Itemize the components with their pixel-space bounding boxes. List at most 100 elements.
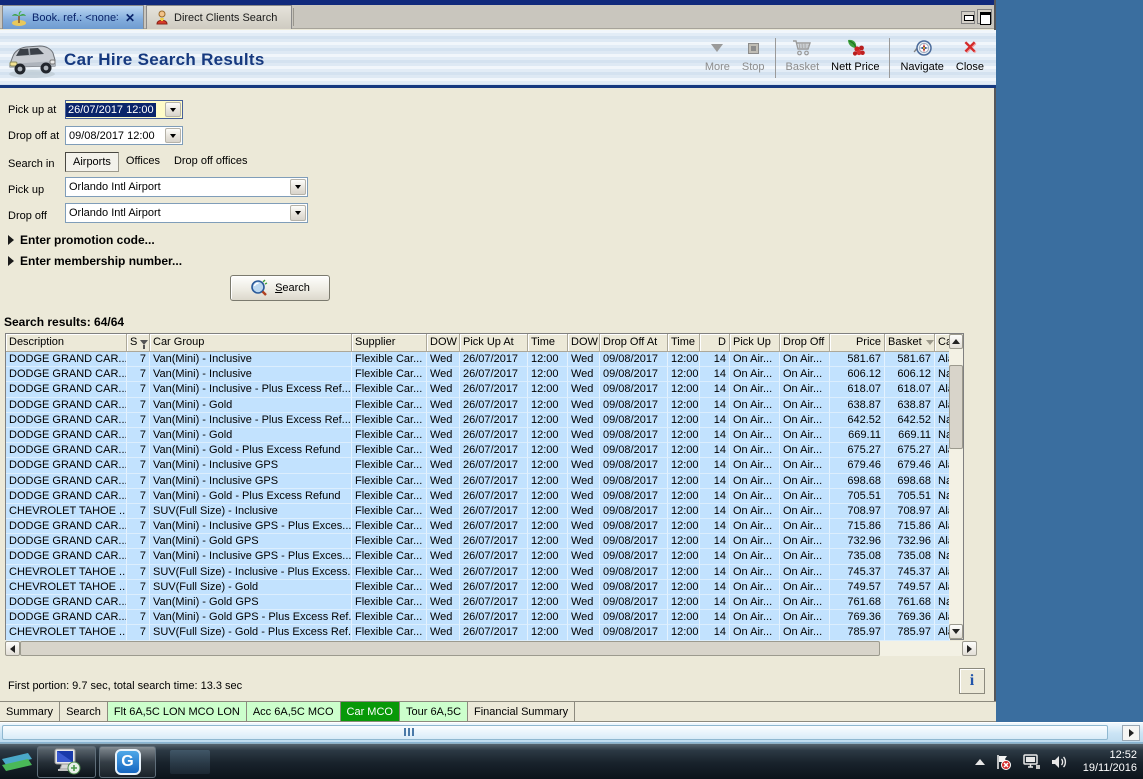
segment-dropoff-offices[interactable]: Drop off offices (167, 152, 255, 172)
scroll-down-button[interactable] (949, 624, 963, 639)
taskbar-clock[interactable]: 12:52 19/11/2016 (1083, 749, 1141, 775)
outer-scroll-thumb[interactable] (2, 725, 1108, 740)
column-header-dow[interactable]: DOW (568, 334, 600, 352)
stop-icon (747, 37, 759, 59)
chevron-down-icon[interactable] (290, 179, 306, 195)
column-header-car-group[interactable]: Car Group (150, 334, 352, 352)
nett-price-button[interactable]: Nett Price (825, 34, 885, 75)
close-tab-icon[interactable]: ✕ (125, 11, 135, 25)
column-header-pick-up[interactable]: Pick Up (730, 334, 780, 352)
dropoff-combobox[interactable]: Orlando Intl Airport (65, 203, 308, 223)
table-row[interactable]: DODGE GRAND CAR... 7 Van(Mini) - Inclusive… (6, 382, 963, 398)
table-row[interactable]: DODGE GRAND CAR... 7 Van(Mini) - Gold - Pl… (6, 443, 963, 459)
stop-button[interactable]: Stop (736, 34, 771, 75)
taskbar-item-active-app[interactable]: G (99, 746, 156, 778)
taskbar-item-inactive[interactable] (159, 746, 221, 778)
column-header-pick-up-at[interactable]: Pick Up At (460, 334, 528, 352)
table-row[interactable]: DODGE GRAND CAR... 7 Van(Mini) - Inclusive… (6, 352, 963, 368)
tab-flight[interactable]: Flt 6A,5C LON MCO LON (107, 702, 247, 722)
table-row[interactable]: DODGE GRAND CAR... 7 Van(Mini) - Inclusive… (6, 367, 963, 383)
column-header-price[interactable]: Price (830, 334, 885, 352)
table-row[interactable]: DODGE GRAND CAR... 7 Van(Mini) - Inclusive… (6, 458, 963, 474)
column-header-supplier[interactable]: Supplier (352, 334, 427, 352)
table-row[interactable]: DODGE GRAND CAR... 7 Van(Mini) - Inclusive… (6, 473, 963, 489)
tab-tour[interactable]: Tour 6A,5C (399, 702, 469, 722)
column-header-drop-off[interactable]: Drop Off (780, 334, 830, 352)
column-header-time[interactable]: Time (668, 334, 700, 352)
vertical-scrollbar[interactable] (949, 334, 963, 639)
table-row[interactable]: CHEVROLET TAHOE ... 7 SUV(Full Size) - Inc… (6, 564, 963, 580)
tab-accommodation[interactable]: Acc 6A,5C MCO (246, 702, 341, 722)
navigate-button[interactable]: Navigate (894, 34, 949, 75)
table-row[interactable]: DODGE GRAND CAR... 7 Van(Mini) - Inclusive… (6, 549, 963, 565)
action-center-flag-icon[interactable] (994, 753, 1012, 771)
search-icon (250, 279, 268, 297)
filter-funnel-icon[interactable] (140, 340, 149, 349)
table-cell: CHEVROLET TAHOE ... (6, 503, 127, 520)
scroll-left-button[interactable] (5, 641, 20, 656)
column-header-time[interactable]: Time (528, 334, 568, 352)
pickup-combobox[interactable]: Orlando Intl Airport (65, 177, 308, 197)
restore-button[interactable] (977, 9, 992, 25)
table-row[interactable]: DODGE GRAND CAR... 7 Van(Mini) - Inclusive… (6, 519, 963, 535)
segment-airports[interactable]: Airports (65, 152, 119, 172)
outer-horizontal-scrollbar[interactable] (0, 722, 1143, 743)
table-row[interactable]: DODGE GRAND CAR... 7 Van(Mini) - Gold Flexi… (6, 427, 963, 444)
table-row[interactable]: CHEVROLET TAHOE ... 7 SUV(Full Size) - Gol… (6, 579, 963, 595)
table-row[interactable]: DODGE GRAND CAR... 7 Van(Mini) - Gold GPS F… (6, 534, 963, 550)
tab-summary[interactable]: Summary (0, 702, 61, 722)
tab-direct-clients-search[interactable]: Direct Clients Search (146, 5, 292, 29)
network-icon[interactable] (1021, 753, 1041, 771)
table-cell: DODGE GRAND CAR... (6, 549, 127, 565)
table-cell: On Air... (780, 534, 830, 550)
column-header-d[interactable]: D (700, 334, 730, 352)
table-cell: On Air... (730, 367, 780, 383)
tab-search[interactable]: Search (60, 702, 108, 722)
column-header-dow[interactable]: DOW (427, 334, 460, 352)
chevron-down-icon[interactable] (165, 128, 181, 143)
vertical-scroll-thumb[interactable] (949, 365, 963, 449)
show-hidden-icons-icon[interactable] (974, 759, 985, 765)
more-button[interactable]: More (699, 34, 736, 75)
segment-offices[interactable]: Offices (119, 152, 167, 172)
outer-scroll-right-button[interactable] (1122, 725, 1140, 741)
table-row[interactable]: DODGE GRAND CAR... 7 Van(Mini) - Inclusive… (6, 412, 963, 428)
search-button[interactable]: Search (230, 275, 330, 301)
chevron-down-icon[interactable] (165, 102, 181, 117)
horizontal-scroll-thumb[interactable] (20, 641, 880, 656)
chevron-down-icon[interactable] (290, 205, 306, 221)
table-row[interactable]: DODGE GRAND CAR... 7 Van(Mini) - Gold GPS … (6, 610, 963, 626)
column-header-drop-off-at[interactable]: Drop Off At (600, 334, 668, 352)
close-button[interactable]: ✕ Close (950, 34, 990, 75)
table-row[interactable]: DODGE GRAND CAR... 7 Van(Mini) - Gold - Pl… (6, 488, 963, 504)
tab-financial-summary[interactable]: Financial Summary (468, 702, 576, 722)
column-header-description[interactable]: Description (6, 334, 127, 352)
scroll-right-button[interactable] (962, 641, 977, 656)
tab-car-mco[interactable]: Car MCO (340, 702, 400, 722)
table-row[interactable]: DODGE GRAND CAR... 7 Van(Mini) - Gold Flexi… (6, 397, 963, 413)
dropoff-at-input[interactable]: 09/08/2017 12:00 (65, 126, 183, 145)
table-row[interactable]: CHEVROLET TAHOE ... 7 SUV(Full Size) - Gol… (6, 625, 963, 641)
table-cell: 708.97 (885, 503, 935, 520)
column-header-basket[interactable]: Basket (885, 334, 935, 352)
table-cell: 14 (700, 397, 730, 413)
taskbar-item-partial[interactable] (0, 746, 33, 778)
column-header-ca[interactable]: Ca (935, 334, 950, 352)
taskbar-item-remote-desktop[interactable] (37, 746, 96, 778)
scroll-up-button[interactable] (949, 334, 963, 349)
membership-number-expander[interactable]: Enter membership number... (8, 254, 182, 268)
tab-booking-ref[interactable]: Book. ref.: <none> ✕ (2, 5, 144, 29)
table-row[interactable]: CHEVROLET TAHOE ... 7 SUV(Full Size) - Inc… (6, 503, 963, 520)
column-header-s[interactable]: S (127, 334, 150, 352)
table-cell: 12:00 (668, 534, 700, 550)
grip-handle-icon[interactable] (404, 728, 414, 736)
volume-icon[interactable] (1050, 753, 1070, 771)
horizontal-scrollbar[interactable] (5, 641, 977, 656)
promotion-code-expander[interactable]: Enter promotion code... (8, 233, 155, 247)
table-row[interactable]: DODGE GRAND CAR... 7 Van(Mini) - Gold GPS F… (6, 595, 963, 611)
minimize-button[interactable] (961, 11, 975, 24)
basket-button[interactable]: Basket (780, 34, 826, 75)
table-cell: Van(Mini) - Inclusive GPS (150, 458, 352, 474)
pickup-at-input[interactable]: 26/07/2017 12:00 (65, 100, 183, 119)
info-button[interactable]: i (959, 668, 985, 694)
